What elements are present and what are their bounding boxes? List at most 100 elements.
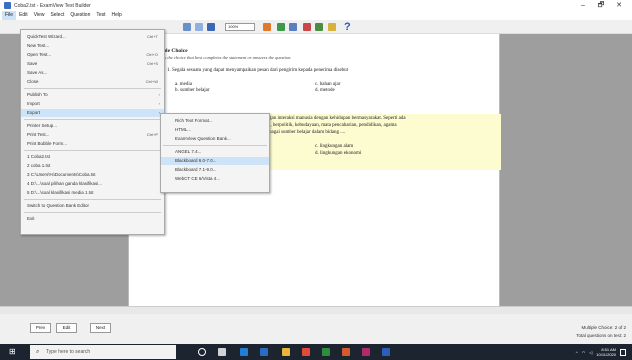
menu-separator xyxy=(24,119,161,120)
section-title: ple Choice xyxy=(163,48,188,54)
export-angel[interactable]: ANGEL 7.4... xyxy=(161,148,269,156)
chevron-right-icon: › xyxy=(158,101,160,106)
clock[interactable]: 8:51 AM 10/11/2020 xyxy=(596,347,616,357)
q2-option-c: c. lingkungan alam xyxy=(315,144,354,149)
menu-separator xyxy=(24,199,161,200)
menu-select[interactable]: Select xyxy=(47,11,67,20)
window-controls: – 🗗 ✕ xyxy=(574,0,628,11)
export-webct[interactable]: WebCT CE 6/Vista 4... xyxy=(161,175,269,183)
menu-item-quicktest[interactable]: QuickTest Wizard... Ctrl+T xyxy=(21,33,164,41)
question-2-line-2[interactable]: i, berpolitik, kebudayaan, mata pencahar… xyxy=(269,123,397,128)
taskbar-search[interactable]: ⌕ Type here to search xyxy=(30,345,176,359)
flag-icon[interactable] xyxy=(303,23,311,31)
question-2-line-1[interactable]: gan interaksi manusia dengan kehidupan b… xyxy=(269,116,406,121)
menu-item-exit[interactable]: Exit xyxy=(21,215,164,223)
star-icon[interactable] xyxy=(328,23,336,31)
menu-item-print-test[interactable]: Print Test... Ctrl+P xyxy=(21,131,164,139)
zoom-select[interactable]: 100% xyxy=(225,23,255,31)
file-explorer-icon[interactable] xyxy=(282,348,290,356)
export-blackboard-7[interactable]: Blackboard 7.1-9.0... xyxy=(161,166,269,174)
menu-file[interactable]: File xyxy=(2,11,17,20)
menu-item-close[interactable]: Close Ctrl+W xyxy=(21,78,164,86)
task-view-icon[interactable] xyxy=(218,348,226,356)
title-bar: Coba2.tst - ExamView Test Builder – 🗗 ✕ xyxy=(0,0,632,11)
edit-button[interactable]: Edit xyxy=(56,323,77,333)
view-icon[interactable] xyxy=(195,23,203,31)
menu-item-printer-setup[interactable]: Printer Setup... xyxy=(21,122,164,130)
taskbar: ⊞ ⌕ Type here to search ^ ◠ ◁ 8:51 AM 10… xyxy=(0,344,632,360)
chrome-icon[interactable] xyxy=(302,348,310,356)
edge-icon[interactable] xyxy=(240,348,248,356)
menu-item-open-test[interactable]: Open Test... Ctrl+O xyxy=(21,51,164,59)
menu-item-switch-bank-editor[interactable]: Switch to Question Bank Editor xyxy=(21,202,164,210)
q2-option-d: d. lingkungan ekonomi xyxy=(315,151,362,156)
examview-taskbar-icon[interactable] xyxy=(382,348,390,356)
app-icon-pink[interactable] xyxy=(362,348,370,356)
status-total-questions: Total questions on test: 2 xyxy=(576,333,626,338)
system-tray: ^ ◠ ◁ 8:51 AM 10/11/2020 xyxy=(576,344,626,360)
menu-item-save-as[interactable]: Save As... xyxy=(21,69,164,77)
list-icon[interactable] xyxy=(289,23,297,31)
menu-edit[interactable]: Edit xyxy=(16,11,31,20)
menu-test[interactable]: Test xyxy=(93,11,108,20)
wifi-icon[interactable]: ◠ xyxy=(582,350,586,355)
minimize-button[interactable]: – xyxy=(574,0,592,11)
file-menu: QuickTest Wizard... Ctrl+T New Test... Op… xyxy=(20,29,165,235)
pencil-icon[interactable] xyxy=(263,23,271,31)
menu-item-publish-to[interactable]: Publish To › xyxy=(21,91,164,99)
menu-item-export[interactable]: Export› xyxy=(21,109,164,117)
recent-file-4[interactable]: 4 D:\...\soal pilihan ganda klasifikasi.… xyxy=(21,180,164,188)
menu-item-save[interactable]: Save Ctrl+S xyxy=(21,60,164,68)
question-1-text[interactable]: 1. Segala sesuatu yang dapat menyampaika… xyxy=(167,68,348,73)
layout-icon[interactable] xyxy=(207,23,215,31)
status-question-count: Multiple Choice: 2 of 2 xyxy=(581,325,626,330)
menu-item-import[interactable]: Import › xyxy=(21,100,164,108)
recent-file-1[interactable]: 1 Coba2.tst xyxy=(21,153,164,161)
next-button[interactable]: Next xyxy=(90,323,111,333)
menu-separator xyxy=(163,145,267,146)
q1-option-d: d. metode xyxy=(315,88,335,93)
q1-option-a: a. media xyxy=(175,82,192,87)
store-icon[interactable] xyxy=(260,348,268,356)
menu-item-new-test[interactable]: New Test... xyxy=(21,42,164,50)
cortana-icon[interactable] xyxy=(198,348,206,356)
close-button[interactable]: ✕ xyxy=(610,0,628,11)
clock-date: 10/11/2020 xyxy=(596,352,616,357)
app-icon xyxy=(4,2,11,9)
menu-view[interactable]: View xyxy=(31,11,48,20)
powerpoint-icon[interactable] xyxy=(342,348,350,356)
help-icon[interactable]: ? xyxy=(344,20,351,34)
recent-file-3[interactable]: 3 C:\Users\%\Documents\Coba.tst xyxy=(21,171,164,179)
question-2-line-3[interactable]: bagai sumber belajar dalam bidang .... xyxy=(269,130,345,135)
menu-question[interactable]: Question xyxy=(67,11,93,20)
menu-help[interactable]: Help xyxy=(109,11,125,20)
question-icon[interactable] xyxy=(183,23,191,31)
recent-file-5[interactable]: 5 D:\...\soal klasifikasi media 1.tst xyxy=(21,189,164,197)
q1-option-b: b. sumber belajar xyxy=(175,88,210,93)
excel-icon[interactable] xyxy=(322,348,330,356)
windows-start-icon[interactable]: ⊞ xyxy=(9,348,17,356)
window-title: Coba2.tst - ExamView Test Builder xyxy=(14,2,91,9)
search-icon: ⌕ xyxy=(36,349,40,355)
prev-button[interactable]: Prev xyxy=(30,323,51,333)
export-submenu: Rich Text Format... HTML... ExamView Que… xyxy=(160,113,270,193)
recent-file-2[interactable]: 2 coba 1.tst xyxy=(21,162,164,170)
check-icon[interactable] xyxy=(315,23,323,31)
volume-icon[interactable]: ◁ xyxy=(589,350,592,355)
bank-icon[interactable] xyxy=(277,23,285,31)
export-blackboard-6[interactable]: Blackboard 6.0-7.0... xyxy=(161,157,269,165)
export-html[interactable]: HTML... xyxy=(161,126,269,134)
menu-bar: File Edit View Select Question Test Help xyxy=(0,11,632,20)
menu-item-print-bubble[interactable]: Print Bubble Form... xyxy=(21,140,164,148)
menu-separator xyxy=(24,212,161,213)
menu-separator xyxy=(24,150,161,151)
search-placeholder: Type here to search xyxy=(46,349,91,355)
maximize-button[interactable]: 🗗 xyxy=(592,0,610,11)
export-rtf[interactable]: Rich Text Format... xyxy=(161,117,269,125)
notifications-icon[interactable] xyxy=(620,348,626,356)
status-bar: Prev Edit Next Multiple Choice: 2 of 2 T… xyxy=(0,314,632,344)
chevron-up-icon[interactable]: ^ xyxy=(576,350,578,355)
chevron-right-icon: › xyxy=(158,92,160,97)
horizontal-scrollbar[interactable] xyxy=(0,306,632,314)
export-question-bank[interactable]: ExamView Question Bank... xyxy=(161,135,269,143)
